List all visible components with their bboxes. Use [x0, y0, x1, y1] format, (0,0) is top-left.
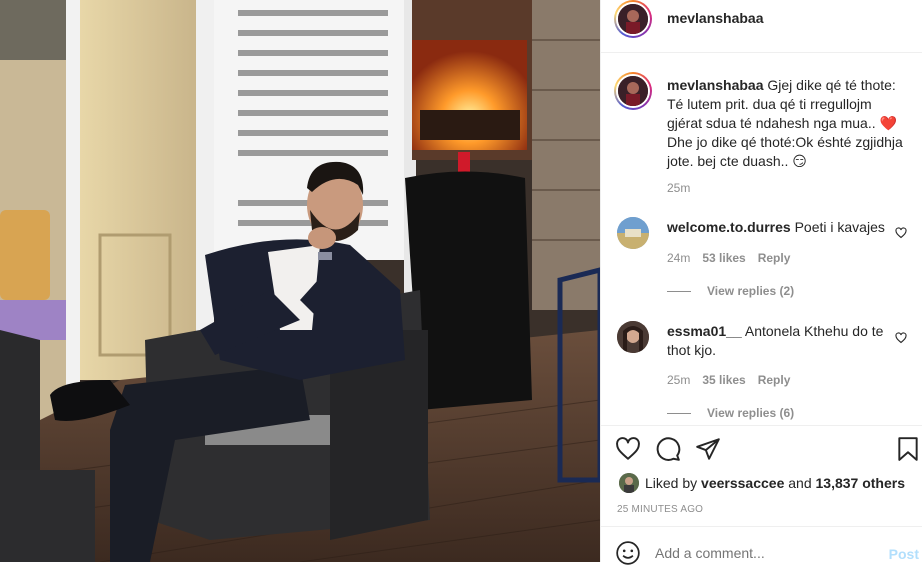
comment-body: essma01__ Antonela Kthehu do te thot kjo…: [667, 322, 887, 360]
comment-time[interactable]: 25m: [667, 373, 690, 387]
replies-divider-line: [667, 412, 691, 414]
comment-like-heart-icon[interactable]: [895, 332, 907, 344]
view-replies-label: View replies (2): [707, 284, 795, 298]
caption-username[interactable]: mevlanshabaa: [667, 77, 764, 93]
caption: mevlanshabaa Gjej dike qé té thote: Té l…: [667, 76, 907, 171]
comment-username[interactable]: essma01__: [667, 323, 742, 339]
comment-text: Poeti i kavajes: [794, 219, 885, 235]
view-replies-button[interactable]: View replies (2): [667, 284, 794, 298]
comment-likes[interactable]: 53 likes: [702, 251, 745, 265]
comment-likes[interactable]: 35 likes: [702, 373, 745, 387]
avatar-image: [618, 4, 648, 34]
reply-button[interactable]: Reply: [758, 373, 791, 387]
post-comment-button[interactable]: Post: [889, 546, 919, 562]
post-timestamp[interactable]: 25 MINUTES AGO: [617, 504, 703, 515]
commenter-avatar[interactable]: [617, 217, 649, 249]
comment-input[interactable]: [655, 539, 875, 567]
heart-icon[interactable]: [615, 436, 641, 462]
commenter-avatar[interactable]: [617, 321, 649, 353]
liker-avatar[interactable]: [619, 473, 639, 493]
likes-and: and: [788, 475, 812, 491]
likes-prefix: Liked by: [645, 475, 698, 491]
comment-body: welcome.to.durres Poeti i kavajes: [667, 218, 887, 237]
post-header: mevlanshabaa: [601, 0, 922, 53]
likes-summary: Liked by veerssaccee and 13,837 others: [645, 475, 905, 491]
author-avatar[interactable]: [614, 0, 652, 38]
liker-username[interactable]: veerssaccee: [701, 475, 784, 491]
paper-plane-icon[interactable]: [695, 436, 721, 462]
comment-time[interactable]: 24m: [667, 251, 690, 265]
comment-meta: 25m 35 likes Reply: [667, 373, 802, 387]
reply-button[interactable]: Reply: [758, 251, 791, 265]
likes-others-link[interactable]: 13,837 others: [816, 475, 906, 491]
bookmark-icon[interactable]: [895, 436, 921, 462]
replies-divider-line: [667, 290, 691, 292]
view-replies-button[interactable]: View replies (6): [667, 406, 794, 420]
add-comment-bar: Post: [601, 526, 922, 567]
comment-icon[interactable]: [655, 436, 681, 462]
caption-avatar[interactable]: [614, 72, 652, 110]
post-details-panel: mevlanshabaa mevlanshabaa Gjej dike qé t…: [600, 0, 922, 567]
caption-time[interactable]: 25m: [667, 181, 690, 195]
view-replies-label: View replies (6): [707, 406, 795, 420]
header-username[interactable]: mevlanshabaa: [667, 10, 764, 26]
smiley-icon[interactable]: [615, 540, 641, 566]
avatar-image: [617, 321, 649, 353]
post-photo[interactable]: [0, 0, 600, 562]
comment-like-heart-icon[interactable]: [895, 227, 907, 239]
avatar-image: [619, 473, 639, 493]
avatar-image: [618, 76, 648, 106]
avatar-image: [617, 217, 649, 249]
comment-username[interactable]: welcome.to.durres: [667, 219, 791, 235]
comment-meta: 24m 53 likes Reply: [667, 251, 802, 265]
photo-scene: [0, 0, 600, 562]
